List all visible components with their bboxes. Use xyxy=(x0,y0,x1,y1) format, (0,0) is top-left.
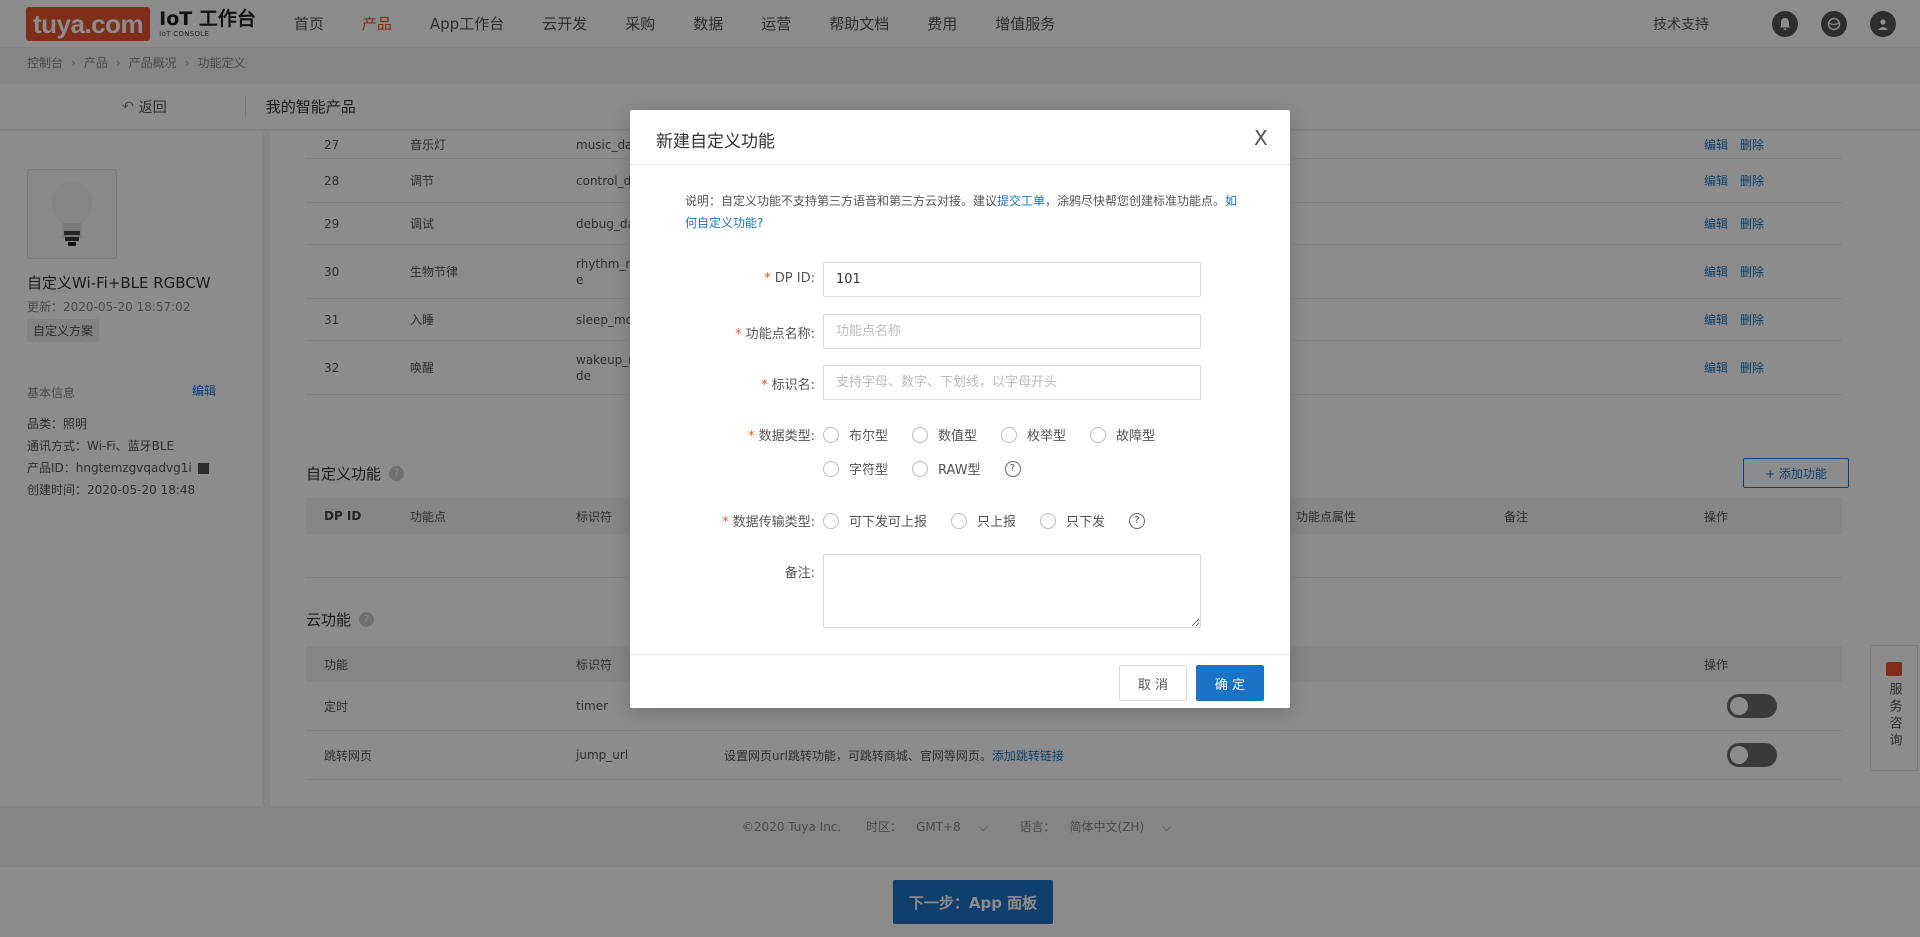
dpid-label: * DP ID: xyxy=(764,271,815,286)
transfer-rw-radio[interactable]: 可下发可上报 xyxy=(823,511,927,530)
dpid-label-text: DP ID: xyxy=(774,271,815,286)
dialog-header: 新建自定义功能 X xyxy=(630,110,1290,165)
radio-circle xyxy=(823,512,839,529)
transfer-wr-label: 只下发 xyxy=(1066,515,1106,530)
identifier-input[interactable] xyxy=(823,365,1201,400)
type-bool-radio[interactable]: 布尔型 xyxy=(823,425,888,444)
transfer-type-help-icon[interactable]: ? xyxy=(1129,512,1146,529)
type-enum-label: 枚举型 xyxy=(1027,429,1067,444)
function-name-label-text: 功能点名称: xyxy=(745,327,815,342)
type-string-radio[interactable]: 字符型 xyxy=(823,459,888,478)
data-type-help-icon[interactable]: ? xyxy=(1004,460,1021,477)
function-name-label: * 功能点名称: xyxy=(735,327,815,342)
transfer-type-label-text: 数据传输类型: xyxy=(732,515,815,530)
confirm-button[interactable]: 确 定 xyxy=(1196,665,1264,701)
identifier-label-text: 标识名: xyxy=(771,378,815,393)
radio-circle xyxy=(1001,426,1018,443)
data-type-radio-group: 布尔型 数值型 枚举型 故障型 xyxy=(823,425,1179,444)
dialog-title: 新建自定义功能 xyxy=(656,132,775,152)
data-type-label-text: 数据类型: xyxy=(758,429,815,444)
identifier-label: * 标识名: xyxy=(761,378,815,393)
transfer-ro-label: 只上报 xyxy=(977,515,1017,530)
data-type-radio-group-2: 字符型 RAW型 ? xyxy=(823,459,1021,478)
transfer-type-radio-group: 可下发可上报 只上报 只下发 ? xyxy=(823,511,1146,530)
close-icon[interactable]: X xyxy=(1254,128,1268,148)
radio-circle xyxy=(951,512,968,529)
dialog-description: 说明：自定义功能不支持第三方语音和第三方云对接。建议提交工单，涂鸦尽快帮您创建标… xyxy=(685,190,1245,234)
desc-text-2: ，涂鸦尽快帮您创建标准功能点。 xyxy=(1045,194,1226,208)
type-fault-radio[interactable]: 故障型 xyxy=(1090,425,1155,444)
remark-textarea[interactable] xyxy=(823,554,1201,628)
type-value-radio[interactable]: 数值型 xyxy=(912,425,977,444)
type-raw-radio[interactable]: RAW型 xyxy=(912,459,981,478)
remark-label-text: 备注: xyxy=(784,566,815,581)
remark-label: 备注: xyxy=(630,562,815,581)
radio-circle xyxy=(912,426,929,443)
submit-ticket-link[interactable]: 提交工单 xyxy=(997,194,1045,208)
radio-circle xyxy=(1040,512,1057,529)
function-name-input[interactable] xyxy=(823,314,1201,349)
cancel-button[interactable]: 取 消 xyxy=(1119,665,1187,701)
data-type-label: * 数据类型: xyxy=(748,429,815,444)
transfer-ro-radio[interactable]: 只上报 xyxy=(951,511,1016,530)
radio-circle xyxy=(1090,426,1107,443)
dpid-input[interactable] xyxy=(823,262,1201,297)
radio-circle xyxy=(823,426,839,443)
dialog-footer: 取 消 确 定 xyxy=(630,654,1290,708)
transfer-wr-radio[interactable]: 只下发 xyxy=(1040,511,1105,530)
type-enum-radio[interactable]: 枚举型 xyxy=(1001,425,1066,444)
new-custom-function-dialog: 新建自定义功能 X 说明：自定义功能不支持第三方语音和第三方云对接。建议提交工单… xyxy=(630,110,1290,708)
type-raw-label: RAW型 xyxy=(938,463,981,478)
type-string-label: 字符型 xyxy=(849,463,889,478)
transfer-rw-label: 可下发可上报 xyxy=(849,515,928,530)
radio-circle xyxy=(823,460,839,477)
type-value-label: 数值型 xyxy=(938,429,978,444)
desc-text: 说明：自定义功能不支持第三方语音和第三方云对接。建议 xyxy=(685,194,998,208)
type-bool-label: 布尔型 xyxy=(849,429,889,444)
radio-circle xyxy=(912,460,929,477)
type-fault-label: 故障型 xyxy=(1116,429,1156,444)
transfer-type-label: * 数据传输类型: xyxy=(722,515,815,530)
